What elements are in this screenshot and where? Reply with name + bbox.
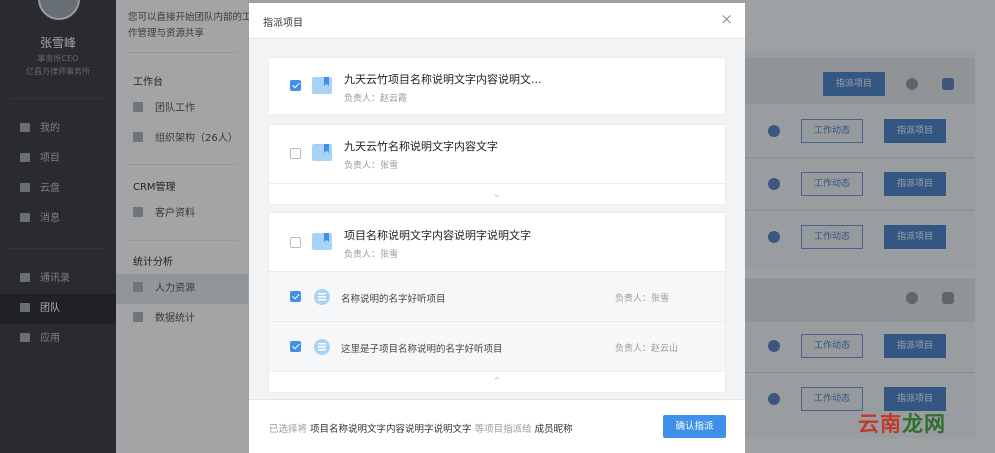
selected-member: 成员昵称 [534, 424, 573, 435]
project-owner: 负责人：张雪 [344, 161, 399, 171]
modal-header: 指派项目 × [249, 3, 745, 39]
project-owner: 负责人：张雪 [344, 250, 399, 260]
collapse-chevron-icon[interactable]: ⌃ [269, 371, 725, 391]
project-checkbox[interactable] [290, 80, 301, 91]
modal-title: 指派项目 [263, 18, 303, 29]
project-checkbox[interactable] [290, 237, 301, 248]
book-icon [312, 144, 332, 161]
watermark-logo: 云南龙网 [858, 412, 946, 436]
book-icon [312, 77, 332, 94]
subproject-row[interactable]: 这里是子项目名称说明的名字好听项目 负责人：赵云山 [269, 321, 725, 371]
subproject-row[interactable]: 名称说明的名字好听项目 负责人：张雪 [269, 271, 725, 321]
list-icon [314, 289, 330, 305]
project-card[interactable]: 项目名称说明文字内容说明字说明文字 负责人：张雪 名称说明的名字好听项目 负责人… [269, 213, 725, 392]
expand-chevron-icon[interactable]: ⌄ [269, 183, 725, 203]
project-checkbox[interactable] [290, 148, 301, 159]
project-title: 九天云竹名称说明文字内容文字 [344, 140, 498, 153]
subproject-checkbox[interactable] [290, 291, 301, 302]
subproject-name: 名称说明的名字好听项目 [341, 294, 446, 305]
project-card[interactable]: 九天云竹名称说明文字内容文字 负责人：张雪 ⌄ [269, 125, 725, 204]
selection-summary: 已选择将 项目名称说明文字内容说明字说明文字 等项目指派给 成员昵称 [269, 424, 573, 435]
assign-project-modal: 指派项目 × 九天云竹项目名称说明文字内容说明文... 负责人：赵云霞 九天云竹… [249, 3, 745, 453]
list-icon [314, 339, 330, 355]
project-title: 项目名称说明文字内容说明字说明文字 [344, 229, 531, 242]
subproject-checkbox[interactable] [290, 341, 301, 352]
book-icon [312, 233, 332, 250]
selected-project: 项目名称说明文字内容说明字说明文字 [310, 424, 472, 435]
modal-footer: 已选择将 项目名称说明文字内容说明字说明文字 等项目指派给 成员昵称 确认指派 [249, 399, 745, 453]
project-card[interactable]: 九天云竹项目名称说明文字内容说明文... 负责人：赵云霞 [269, 58, 725, 114]
close-icon[interactable]: × [720, 11, 733, 27]
subproject-name: 这里是子项目名称说明的名字好听项目 [341, 344, 503, 355]
subproject-owner: 负责人：张雪 [615, 294, 670, 304]
project-owner: 负责人：赵云霞 [344, 94, 408, 104]
project-title: 九天云竹项目名称说明文字内容说明文... [344, 73, 542, 86]
subproject-owner: 负责人：赵云山 [615, 344, 679, 354]
confirm-assign-button[interactable]: 确认指派 [663, 415, 726, 438]
